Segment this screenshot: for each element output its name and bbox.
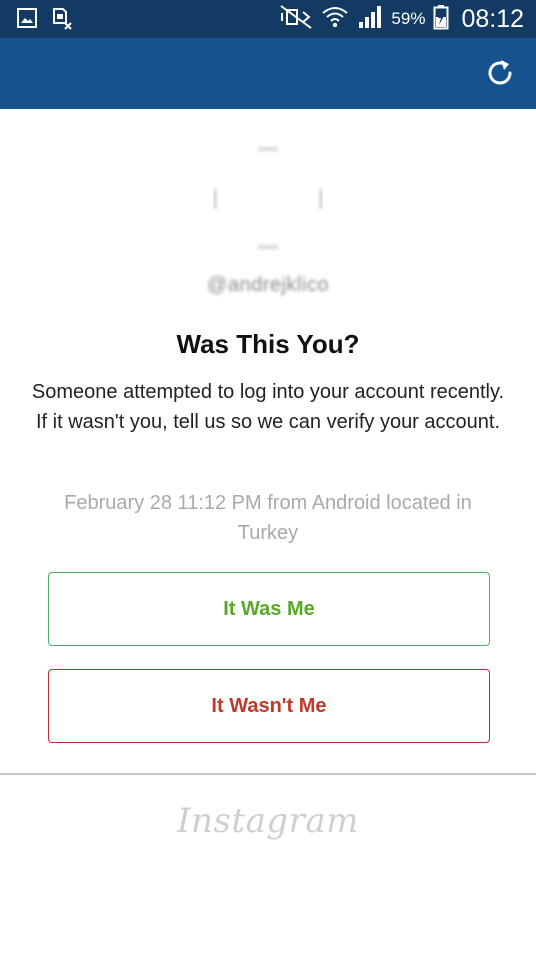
it-wasnt-me-button[interactable]: It Wasn't Me <box>48 669 490 743</box>
gallery-icon <box>16 7 38 36</box>
avatar <box>213 145 323 255</box>
clock: 08:12 <box>461 4 524 33</box>
signal-icon <box>357 4 383 35</box>
sim-icon <box>50 7 74 36</box>
message-text: Someone attempted to log into your accou… <box>31 381 505 433</box>
battery-charging-icon <box>433 4 449 35</box>
page-title: Was This You? <box>176 329 360 359</box>
instagram-logo: Instagram <box>177 801 359 841</box>
app-bar <box>0 38 536 109</box>
login-check-panel: @andrejklico Was This You? Someone attem… <box>0 109 536 774</box>
it-was-me-button[interactable]: It Was Me <box>48 572 490 646</box>
status-bar: 59% 08:12 <box>0 0 536 38</box>
mute-icon <box>279 4 313 35</box>
footer: Instagram <box>0 775 536 953</box>
refresh-icon[interactable] <box>484 57 516 89</box>
username: @andrejklico <box>207 274 329 296</box>
attempt-info: February 28 11:12 PM from Android locate… <box>64 492 472 544</box>
wifi-icon <box>321 4 349 35</box>
battery-percent: 59% <box>391 9 426 28</box>
